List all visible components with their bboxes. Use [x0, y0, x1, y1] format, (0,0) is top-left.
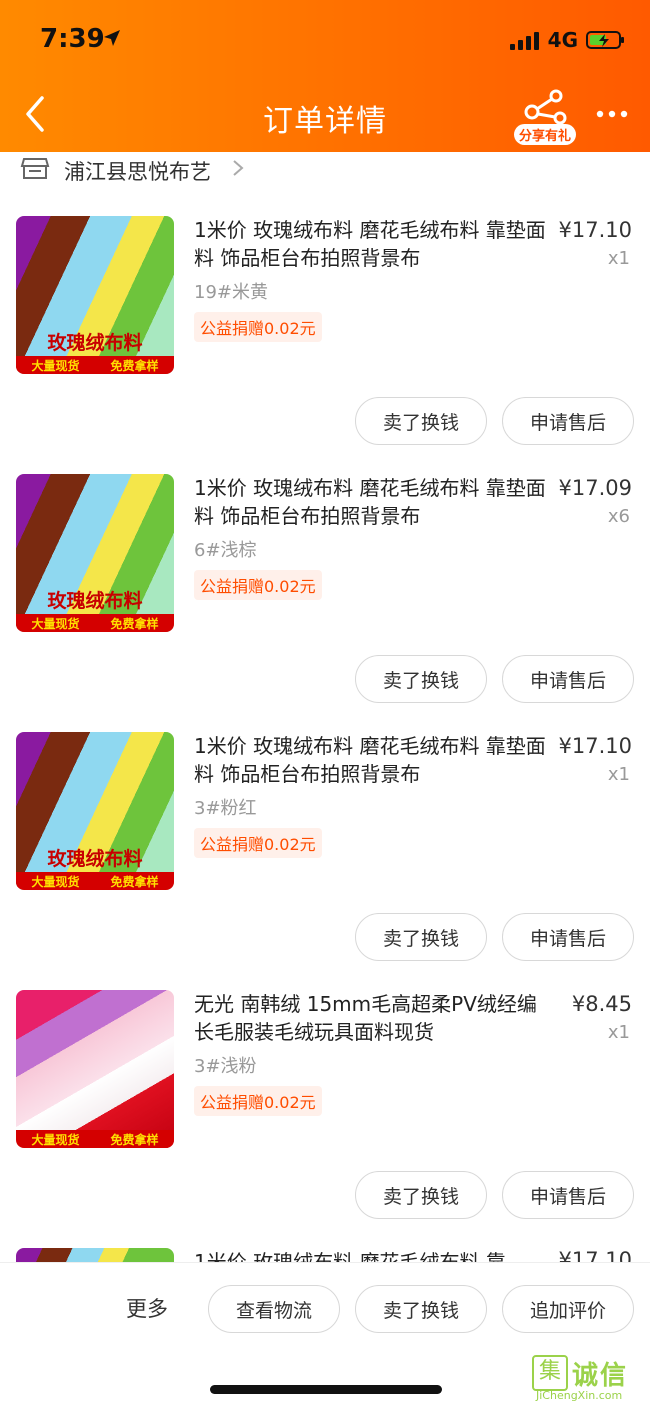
after-sale-button[interactable]: 申请售后 [502, 1171, 634, 1219]
order-item: 大量现货 免费拿样 无光 南韩绒 15mm毛高超柔PV绒经编长毛服装毛绒玩具面料现… [0, 990, 650, 1230]
banner-right-text: 免费拿样 [110, 616, 159, 631]
after-sale-button[interactable]: 申请售后 [502, 655, 634, 703]
product-title[interactable]: 1米价 玫瑰绒布料 磨花毛绒布料 靠垫面料 饰品柜台布拍照背景布 [194, 732, 549, 788]
charity-tag: 公益捐赠0.02元 [194, 312, 322, 342]
app-header: 7:39 4G 订单详情 分享有礼 [0, 0, 650, 152]
banner-left-text: 大量现货 [31, 1132, 80, 1147]
watermark-logo: 集 [532, 1355, 568, 1391]
product-quantity: x1 [607, 1022, 630, 1043]
product-thumbnail[interactable]: 玫瑰绒布料 大量现货 免费拿样 [16, 474, 174, 632]
order-item-partial: 1米价 玫瑰绒布料 磨花毛绒布料 靠 ¥17.10 [0, 1248, 650, 1262]
banner-right-text: 免费拿样 [110, 358, 159, 373]
thumbnail-banner: 大量现货 免费拿样 [16, 356, 174, 374]
banner-left-text: 大量现货 [31, 616, 80, 631]
chevron-right-icon [233, 160, 244, 176]
product-variant: 3#浅粉 [194, 1056, 257, 1077]
thumbnail-banner: 大量现货 免费拿样 [16, 614, 174, 632]
network-type: 4G [547, 28, 578, 52]
watermark-text: 诚信 [572, 1361, 629, 1391]
shop-name[interactable]: 浦江县思悦布艺 [64, 156, 211, 186]
watermark: 集 诚信 JiChengXin.com [532, 1355, 642, 1402]
product-variant: 3#粉红 [194, 798, 257, 819]
banner-right-text: 免费拿样 [110, 874, 159, 889]
product-variant: 6#浅棕 [194, 540, 257, 561]
charity-tag: 公益捐赠0.02元 [194, 828, 322, 858]
bottom-action-bar: 更多 查看物流 卖了换钱 追加评价 集 诚信 JiChengXin.com [0, 1262, 650, 1408]
product-thumbnail[interactable]: 大量现货 免费拿样 [16, 990, 174, 1148]
add-review-button[interactable]: 追加评价 [502, 1285, 634, 1333]
after-sale-button[interactable]: 申请售后 [502, 913, 634, 961]
product-price: ¥8.45 [571, 992, 632, 1016]
banner-left-text: 大量现货 [31, 874, 80, 889]
product-quantity: x6 [607, 506, 630, 527]
more-options-icon[interactable] [596, 110, 628, 118]
charity-tag: 公益捐赠0.02元 [194, 1086, 322, 1116]
thumbnail-overlay-text: 玫瑰绒布料 [47, 590, 143, 612]
sell-button[interactable]: 卖了换钱 [355, 913, 487, 961]
home-indicator[interactable] [210, 1385, 442, 1394]
status-indicators: 4G [509, 28, 626, 52]
sell-button[interactable]: 卖了换钱 [355, 1171, 487, 1219]
store-icon [20, 158, 50, 179]
share-badge[interactable]: 分享有礼 [514, 124, 577, 145]
product-title[interactable]: 1米价 玫瑰绒布料 磨花毛绒布料 靠垫面料 饰品柜台布拍照背景布 [194, 216, 549, 272]
sell-button[interactable]: 卖了换钱 [355, 397, 487, 445]
watermark-url: JiChengXin.com [536, 1389, 623, 1402]
order-item: 玫瑰绒布料 大量现货 免费拿样 1米价 玫瑰绒布料 磨花毛绒布料 靠垫面料 饰品柜… [0, 732, 650, 972]
order-item: 玫瑰绒布料 大量现货 免费拿样 1米价 玫瑰绒布料 磨花毛绒布料 靠垫面料 饰品柜… [0, 474, 650, 714]
product-title[interactable]: 1米价 玫瑰绒布料 磨花毛绒布料 靠垫面料 饰品柜台布拍照背景布 [194, 474, 549, 530]
product-thumbnail[interactable]: 玫瑰绒布料 大量现货 免费拿样 [16, 216, 174, 374]
thumbnail-banner: 大量现货 免费拿样 [16, 1130, 174, 1148]
product-quantity: x1 [607, 248, 630, 269]
product-price: ¥17.10 [558, 1248, 632, 1262]
product-thumbnail[interactable] [16, 1248, 174, 1262]
battery-icon [586, 31, 624, 49]
shop-row[interactable]: 浦江县思悦布艺 [0, 152, 650, 192]
sell-button[interactable]: 卖了换钱 [355, 655, 487, 703]
banner-right-text: 免费拿样 [110, 1132, 159, 1147]
banner-left-text: 大量现货 [31, 358, 80, 373]
product-price: ¥17.10 [558, 218, 632, 242]
product-variant: 19#米黄 [194, 282, 268, 303]
thumbnail-banner: 大量现货 免费拿样 [16, 872, 174, 890]
location-arrow-icon [104, 30, 120, 46]
product-title[interactable]: 1米价 玫瑰绒布料 磨花毛绒布料 靠 [194, 1248, 506, 1262]
more-actions-link[interactable]: 更多 [126, 1293, 168, 1323]
product-thumbnail[interactable]: 玫瑰绒布料 大量现货 免费拿样 [16, 732, 174, 890]
view-logistics-button[interactable]: 查看物流 [208, 1285, 340, 1333]
signal-icon [509, 30, 540, 50]
status-time: 7:39 [40, 24, 105, 54]
order-item: 玫瑰绒布料 大量现货 免费拿样 1米价 玫瑰绒布料 磨花毛绒布料 靠垫面料 饰品柜… [0, 216, 650, 456]
product-price: ¥17.09 [558, 476, 632, 500]
thumbnail-overlay-text: 玫瑰绒布料 [47, 848, 143, 870]
product-quantity: x1 [607, 764, 630, 785]
sell-button[interactable]: 卖了换钱 [355, 1285, 487, 1333]
after-sale-button[interactable]: 申请售后 [502, 397, 634, 445]
product-title[interactable]: 无光 南韩绒 15mm毛高超柔PV绒经编长毛服装毛绒玩具面料现货 [194, 990, 549, 1046]
thumbnail-overlay-text: 玫瑰绒布料 [47, 332, 143, 354]
product-price: ¥17.10 [558, 734, 632, 758]
charity-tag: 公益捐赠0.02元 [194, 570, 322, 600]
